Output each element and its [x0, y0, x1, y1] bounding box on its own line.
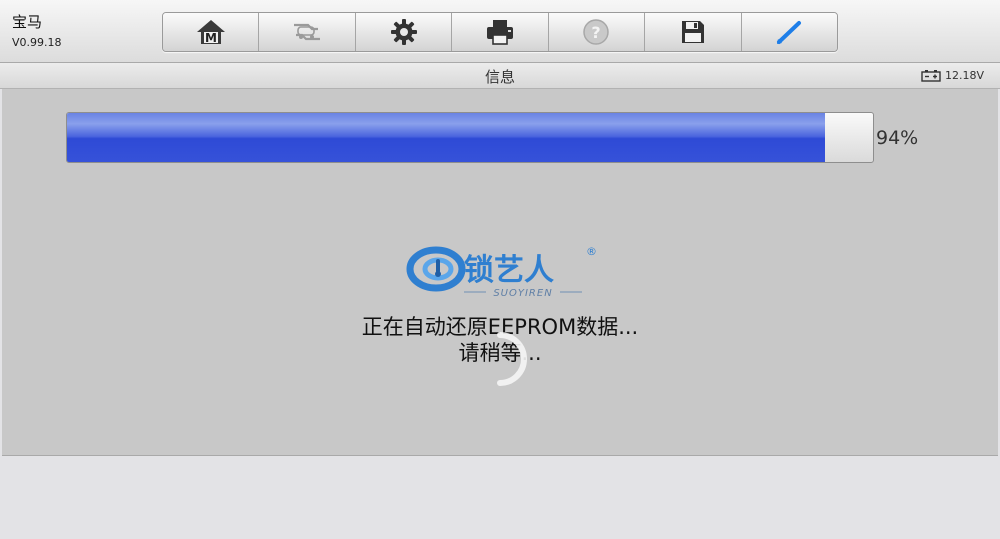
suoyiren-logo: 锁艺人 ® SUOYIREN	[406, 245, 597, 299]
home-button[interactable]: M	[163, 13, 260, 51]
logo-latin-text: SUOYIREN	[493, 288, 552, 299]
battery-status: 12.18V	[921, 69, 984, 82]
app-version: V0.99.18	[12, 36, 62, 49]
save-button[interactable]	[645, 13, 742, 51]
logo-registered-mark: ®	[586, 245, 597, 258]
app-name: 宝马	[12, 13, 43, 31]
home-icon-letter: M	[205, 31, 217, 45]
help-icon: ?	[583, 19, 610, 45]
battery-icon	[921, 69, 941, 82]
main-content: 94% 锁艺人 ® SUOYIREN 正在自动还原EEPROM数据... 请稍等…	[2, 89, 998, 456]
print-button[interactable]	[452, 13, 549, 51]
settings-button[interactable]	[355, 13, 453, 51]
save-icon	[681, 21, 704, 43]
help-icon-glyph: ?	[592, 23, 601, 42]
toolbar-button-group: M ?	[162, 12, 838, 52]
edit-button[interactable]	[741, 13, 837, 51]
gear-icon	[390, 19, 417, 45]
page-title: 信息	[484, 68, 515, 86]
footer-area	[0, 456, 1000, 539]
top-toolbar: 宝马 V0.99.18 M ?	[0, 0, 1000, 63]
progress-bar-fill	[67, 113, 825, 162]
pen-icon	[777, 21, 802, 44]
home-icon: M	[196, 20, 225, 45]
logo-brand-text: 锁艺人	[464, 253, 554, 288]
progress-percent: 94%	[876, 127, 919, 149]
vehicle-swap-icon	[294, 23, 321, 41]
loading-spinner-icon	[497, 332, 527, 386]
help-button[interactable]: ?	[548, 13, 646, 51]
printer-icon	[486, 20, 513, 45]
progress-bar	[66, 112, 874, 163]
battery-voltage: 12.18V	[945, 69, 985, 82]
vehicle-swap-button[interactable]	[259, 13, 356, 51]
title-bar: 信息 12.18V	[0, 63, 1000, 89]
